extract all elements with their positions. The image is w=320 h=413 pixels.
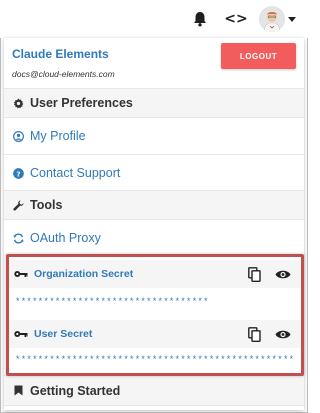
avatar-icon[interactable] <box>259 6 285 32</box>
question-icon: ? <box>12 167 24 179</box>
wrench-icon <box>12 199 24 211</box>
menu-item-label: My Profile <box>30 129 86 143</box>
key-icon <box>14 269 28 279</box>
secret-label: Organization Secret <box>34 268 134 280</box>
caret-down-icon[interactable] <box>287 14 297 24</box>
code-icon[interactable]: <> <box>224 8 247 30</box>
menu-item-label: Contact Support <box>30 166 121 180</box>
copy-icon[interactable] <box>246 325 262 343</box>
bookmark-icon <box>12 385 24 397</box>
profile-icon <box>12 130 24 142</box>
svg-text:?: ? <box>16 169 20 178</box>
eye-icon[interactable] <box>274 267 292 281</box>
copy-icon[interactable] <box>246 265 262 283</box>
gear-icon <box>12 97 24 109</box>
menu-item-label: OAuth Proxy <box>30 231 101 245</box>
section-getting-started: Getting Started <box>4 375 304 406</box>
menu-item-oauth-proxy[interactable]: OAuth Proxy <box>4 220 304 256</box>
section-tools: Tools <box>4 190 304 220</box>
top-bar: <> <box>0 0 308 38</box>
user-secret-value: ****************************************… <box>15 355 295 365</box>
logout-button[interactable]: LOGOUT <box>221 43 296 69</box>
user-name: Claude Elements <box>12 47 109 61</box>
user-email: docs@cloud-elements.com <box>12 69 115 79</box>
section-label: Getting Started <box>30 383 121 398</box>
eye-icon[interactable] <box>274 327 292 341</box>
menu-item-contact-support[interactable]: ? Contact Support <box>4 155 304 191</box>
organization-secret-header: Organization Secret <box>9 260 301 288</box>
secret-label: User Secret <box>34 328 93 340</box>
secrets-highlight-box: Organization Secret ********************… <box>6 254 304 376</box>
section-label: Tools <box>30 198 63 212</box>
menu-item-my-profile[interactable]: My Profile <box>4 118 304 154</box>
section-label: User Preferences <box>30 96 133 110</box>
organization-secret-value: ********************************** <box>15 297 209 307</box>
key-icon <box>14 329 28 339</box>
refresh-icon <box>12 232 24 244</box>
user-secret-header: User Secret <box>9 320 301 348</box>
bell-icon[interactable] <box>189 8 211 30</box>
section-user-preferences: User Preferences <box>4 88 304 118</box>
